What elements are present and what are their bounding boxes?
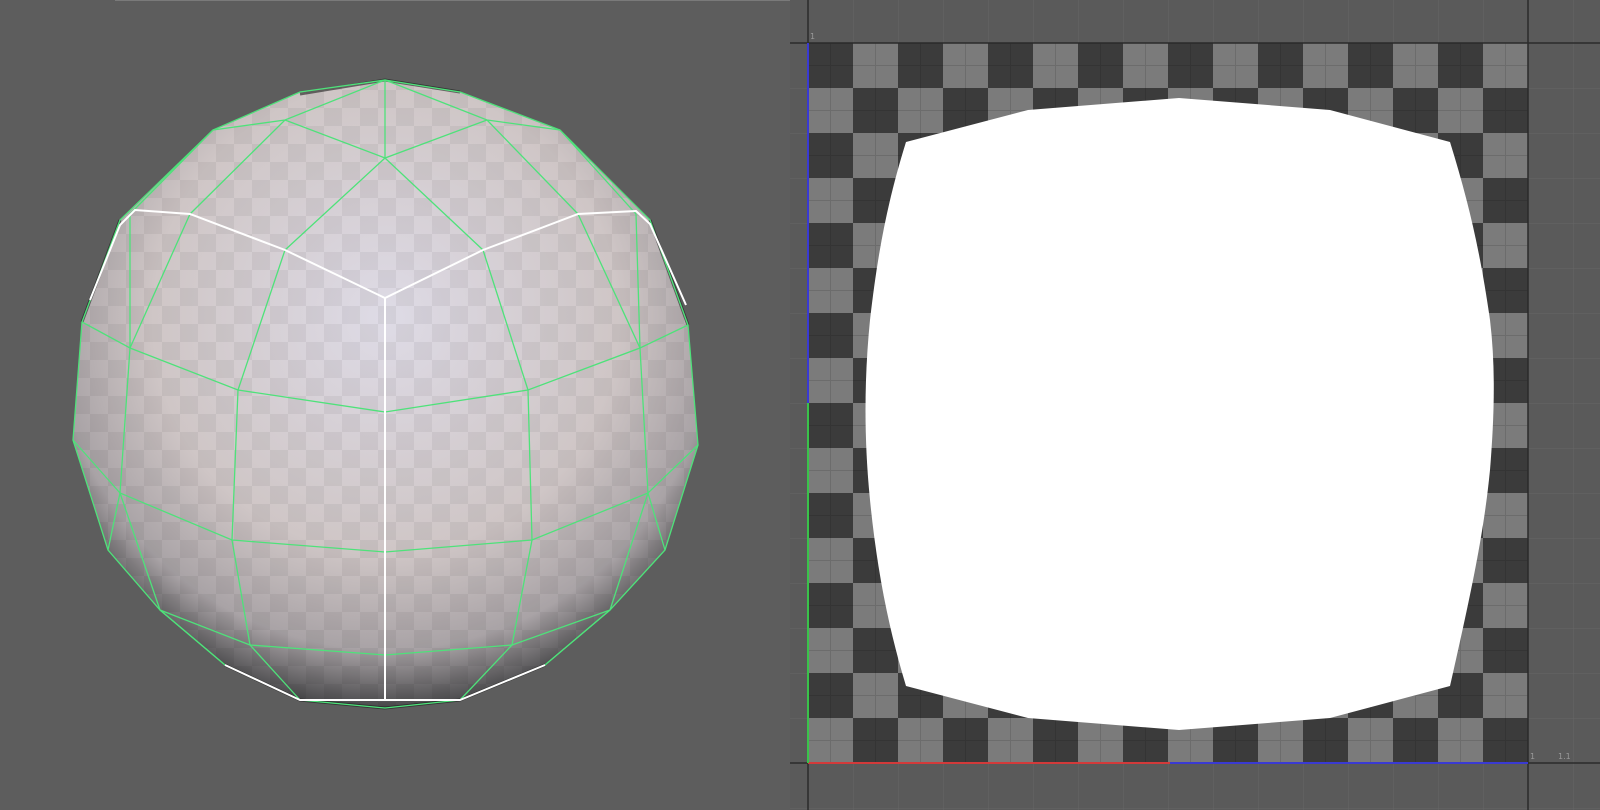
uv-top-tick-label: 1 bbox=[810, 32, 816, 41]
uv-editor[interactable]: 1 1 1.1 bbox=[790, 0, 1600, 810]
uv-island[interactable] bbox=[865, 98, 1494, 730]
viewport-canvas[interactable] bbox=[0, 0, 790, 810]
uv-canvas[interactable] bbox=[790, 0, 1600, 810]
uv-right-tick-label: 1 bbox=[1530, 752, 1536, 761]
3d-viewport[interactable] bbox=[0, 0, 790, 810]
uv-right-tick-label-2: 1.1 bbox=[1558, 752, 1571, 761]
